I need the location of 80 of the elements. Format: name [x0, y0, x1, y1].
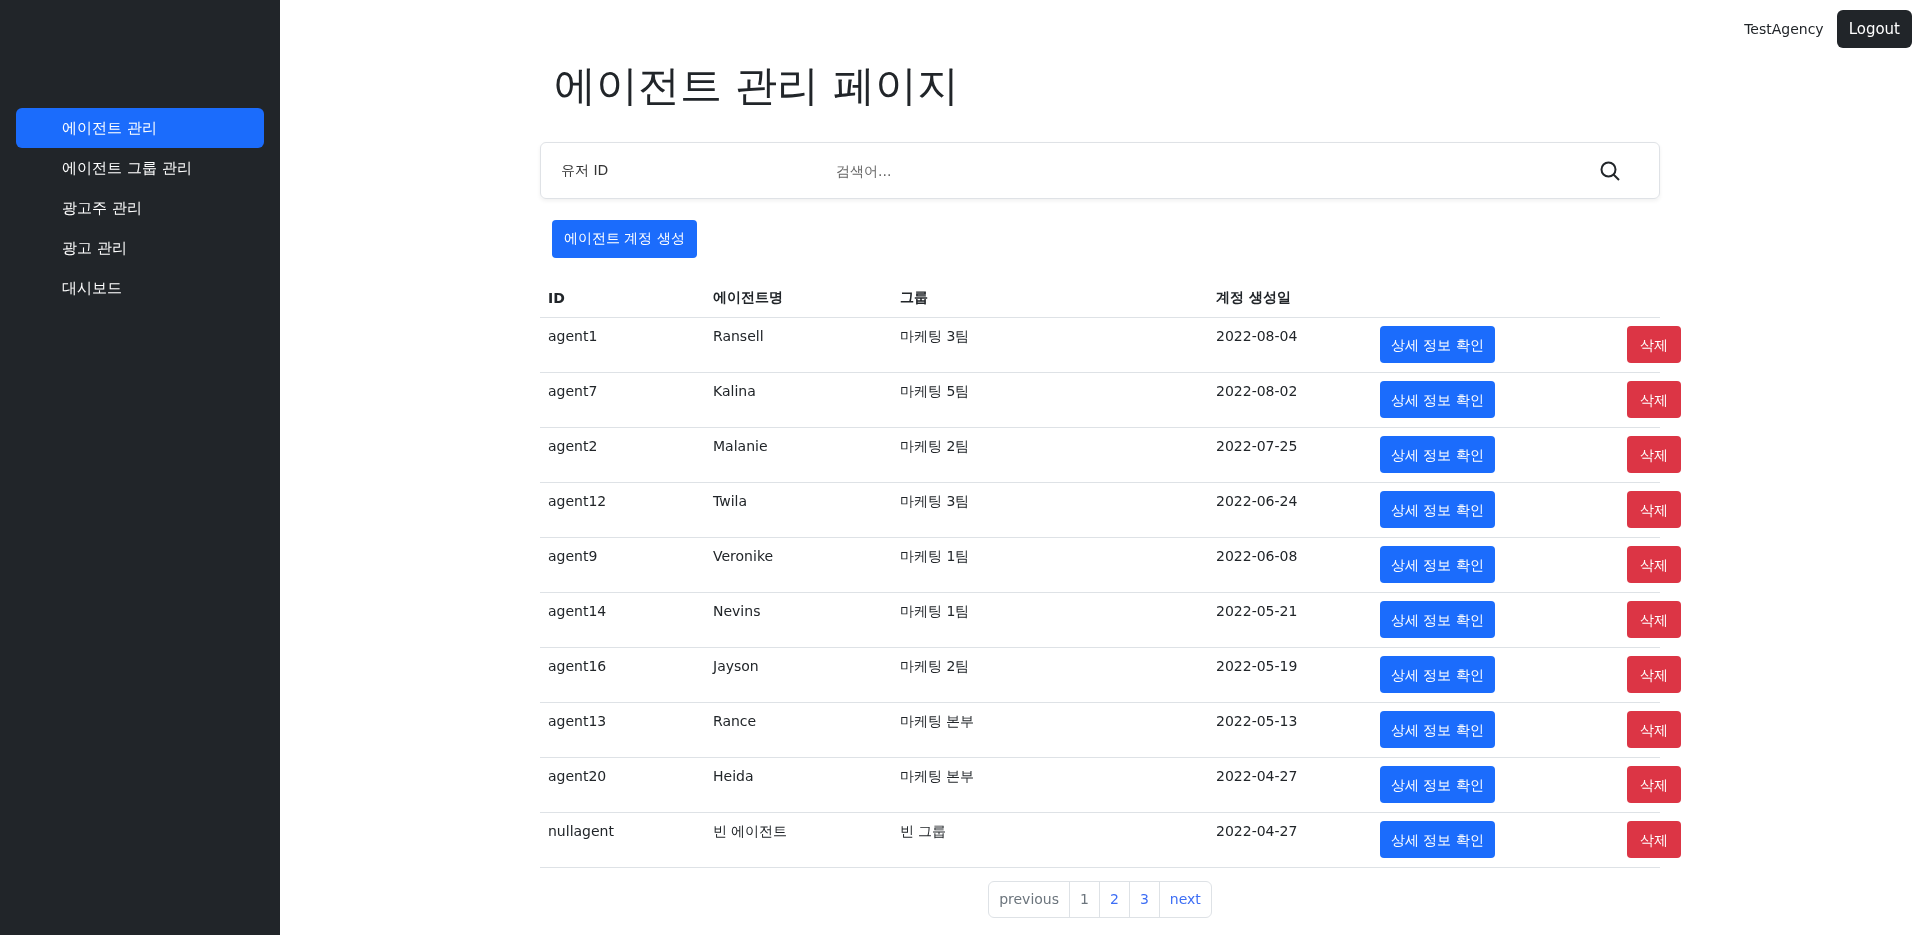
table-cell: 2022-08-02	[1208, 372, 1372, 428]
table-cell: Malanie	[705, 427, 892, 483]
detail-button[interactable]: 상세 정보 확인	[1380, 601, 1495, 638]
table-cell: nullagent	[540, 812, 705, 868]
create-account-button[interactable]: 에이전트 계정 생성	[552, 220, 697, 258]
column-header: ID	[540, 279, 705, 318]
delete-button[interactable]: 삭제	[1627, 546, 1681, 583]
table-cell: 마케팅 2팀	[892, 427, 1208, 483]
detail-button[interactable]: 상세 정보 확인	[1380, 381, 1495, 418]
logout-button[interactable]: Logout	[1836, 10, 1912, 48]
table-cell: agent9	[540, 537, 705, 593]
page-link[interactable]: 1	[1069, 882, 1099, 917]
table-cell: agent1	[540, 317, 705, 373]
delete-button[interactable]: 삭제	[1627, 711, 1681, 748]
table-cell: agent14	[540, 592, 705, 648]
table-cell: 2022-07-25	[1208, 427, 1372, 483]
sidebar-item[interactable]: 광고주 관리	[16, 188, 264, 228]
table-cell: 2022-04-27	[1208, 812, 1372, 868]
detail-button[interactable]: 상세 정보 확인	[1380, 491, 1495, 528]
table-cell: 마케팅 1팀	[892, 537, 1208, 593]
table-cell: agent16	[540, 647, 705, 703]
delete-button[interactable]: 삭제	[1627, 766, 1681, 803]
table-cell: 마케팅 본부	[892, 702, 1208, 758]
delete-button[interactable]: 삭제	[1627, 491, 1681, 528]
table-cell: agent7	[540, 372, 705, 428]
column-header: 계정 생성일	[1208, 279, 1372, 318]
table-cell: agent13	[540, 702, 705, 758]
table-cell: 2022-06-24	[1208, 482, 1372, 538]
delete-button[interactable]: 삭제	[1627, 821, 1681, 858]
search-icon[interactable]	[1599, 159, 1621, 182]
detail-button[interactable]: 상세 정보 확인	[1380, 711, 1495, 748]
delete-button[interactable]: 삭제	[1627, 436, 1681, 473]
column-header: 그룹	[892, 279, 1208, 318]
table-cell: 2022-04-27	[1208, 757, 1372, 813]
table-cell: Twila	[705, 482, 892, 538]
page-link[interactable]: 2	[1098, 882, 1129, 917]
detail-button[interactable]: 상세 정보 확인	[1380, 656, 1495, 693]
table-cell: agent2	[540, 427, 705, 483]
detail-button[interactable]: 상세 정보 확인	[1380, 766, 1495, 803]
user-name: TestAgency	[1744, 21, 1824, 37]
delete-button[interactable]: 삭제	[1627, 381, 1681, 418]
table-cell: 빈 그룹	[892, 812, 1208, 868]
table-cell: 마케팅 5팀	[892, 372, 1208, 428]
table-cell: Nevins	[705, 592, 892, 648]
search-field-label[interactable]: 유저 ID	[561, 161, 836, 180]
detail-button[interactable]: 상세 정보 확인	[1380, 326, 1495, 363]
table-cell: Kalina	[705, 372, 892, 428]
sidebar-item[interactable]: 에이전트 관리	[16, 108, 264, 148]
table-cell: 마케팅 2팀	[892, 647, 1208, 703]
table-cell: Heida	[705, 757, 892, 813]
table-cell: Jayson	[705, 647, 892, 703]
column-header: 에이전트명	[705, 279, 892, 318]
page-link[interactable]: 3	[1128, 882, 1159, 917]
table-cell: 빈 에이전트	[705, 812, 892, 868]
table-cell: agent12	[540, 482, 705, 538]
table-cell: 마케팅 1팀	[892, 592, 1208, 648]
search-field[interactable]: 유저 ID 검색어...	[540, 142, 1660, 199]
delete-button[interactable]: 삭제	[1627, 601, 1681, 638]
table-cell: Ransell	[705, 317, 892, 373]
table-cell: 2022-05-21	[1208, 592, 1372, 648]
next-link[interactable]: next	[1158, 882, 1211, 917]
table-cell: 마케팅 3팀	[892, 317, 1208, 373]
sidebar-item[interactable]: 에이전트 그룹 관리	[16, 148, 264, 188]
table-cell: Veronike	[705, 537, 892, 593]
table-cell: 2022-08-04	[1208, 317, 1372, 373]
table-cell: agent20	[540, 757, 705, 813]
table-cell: 마케팅 3팀	[892, 482, 1208, 538]
delete-button[interactable]: 삭제	[1627, 326, 1681, 363]
detail-button[interactable]: 상세 정보 확인	[1380, 436, 1495, 473]
sidebar-item[interactable]: 대시보드	[16, 268, 264, 308]
table-cell: Rance	[705, 702, 892, 758]
detail-button[interactable]: 상세 정보 확인	[1380, 546, 1495, 583]
table-cell: 2022-05-13	[1208, 702, 1372, 758]
table-cell: 마케팅 본부	[892, 757, 1208, 813]
sidebar-item[interactable]: 광고 관리	[16, 228, 264, 268]
page-title: 에이전트 관리 페이지	[554, 60, 960, 112]
delete-button[interactable]: 삭제	[1627, 656, 1681, 693]
detail-button[interactable]: 상세 정보 확인	[1380, 821, 1495, 858]
table-cell: 2022-05-19	[1208, 647, 1372, 703]
table-cell: 2022-06-08	[1208, 537, 1372, 593]
